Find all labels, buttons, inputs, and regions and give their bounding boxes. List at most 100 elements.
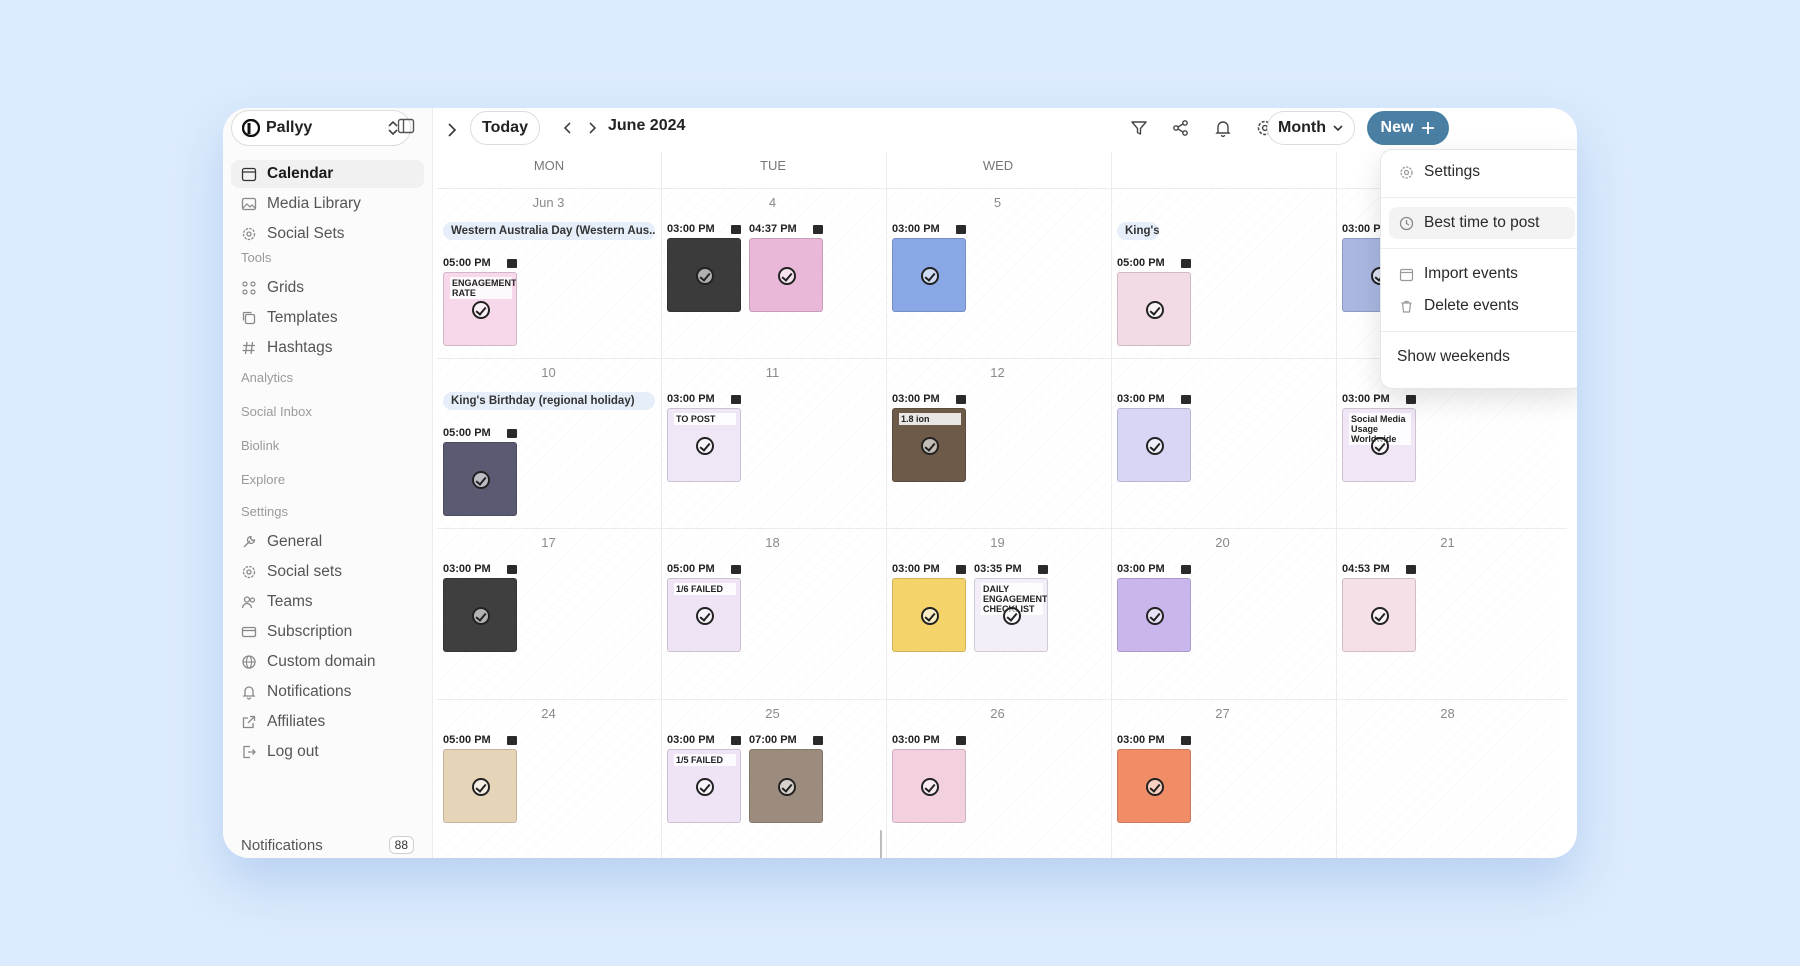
sidebar-item-general[interactable]: General	[231, 528, 424, 556]
scheduled-post[interactable]: 05:00 PM	[443, 426, 517, 516]
menu-divider	[1381, 331, 1577, 332]
post-thumbnail[interactable]	[749, 749, 823, 823]
scheduled-post[interactable]: 03:00 PM	[667, 222, 741, 312]
post-thumbnail[interactable]	[1342, 578, 1416, 652]
sidebar-item-explore[interactable]: Explore	[231, 462, 424, 496]
menu-item-best-time-to-post[interactable]: Best time to post	[1389, 207, 1575, 239]
post-thumbnail[interactable]	[443, 578, 517, 652]
scheduled-post[interactable]: 03:00 PM	[1117, 733, 1191, 823]
sidebar-item-label: Affiliates	[267, 713, 326, 730]
scheduled-post[interactable]: 03:00 PM 1/5 FAILED	[667, 733, 741, 823]
scheduled-post[interactable]: 07:00 PM	[749, 733, 823, 823]
post-thumbnail[interactable]	[443, 749, 517, 823]
external-link-icon	[242, 715, 256, 729]
post-thumbnail[interactable]	[892, 238, 966, 312]
post-thumbnail[interactable]	[892, 749, 966, 823]
menu-item-label: Settings	[1424, 163, 1481, 180]
menu-item-label: Best time to post	[1424, 214, 1540, 231]
new-post-button[interactable]: New	[1367, 111, 1449, 145]
scheduled-post[interactable]: 03:00 PM 1.8 ion	[892, 392, 966, 482]
sidebar-item-log-out[interactable]: Log out	[231, 738, 424, 766]
scheduled-post[interactable]: 05:00 PM	[443, 733, 517, 823]
post-time-row: 03:00 PM	[667, 222, 741, 236]
post-thumbnail[interactable]	[892, 578, 966, 652]
filter-icon[interactable]	[1129, 118, 1149, 138]
post-thumbnail[interactable]: 1.8 ion	[892, 408, 966, 482]
post-thumbnail[interactable]: TO POST	[667, 408, 741, 482]
sidebar-item-templates[interactable]: Templates	[231, 304, 424, 332]
sidebar-item-media-library[interactable]: Media Library	[231, 190, 424, 218]
scheduled-post[interactable]: 03:00 PM Social Media Usage Worldwide	[1342, 392, 1416, 482]
holiday-event[interactable]: King's	[1117, 222, 1159, 240]
post-time-row: 03:00 PM	[1117, 392, 1191, 406]
sidebar-item-label: Hashtags	[267, 339, 333, 356]
scheduled-post[interactable]: 05:00 PM ENGAGEMENT RATE	[443, 256, 517, 346]
scheduled-post[interactable]: 03:00 PM	[1117, 562, 1191, 652]
sidebar-item-grids[interactable]: Grids	[231, 274, 424, 302]
scheduled-post[interactable]: 05:00 PM 1/6 FAILED	[667, 562, 741, 652]
post-thumbnail[interactable]: 1/6 FAILED	[667, 578, 741, 652]
post-thumbnail[interactable]: Social Media Usage Worldwide	[1342, 408, 1416, 482]
sidebar-item-affiliates[interactable]: Affiliates	[231, 708, 424, 736]
scheduled-post[interactable]: 03:00 PM	[892, 562, 966, 652]
scheduled-post[interactable]: 03:00 PM	[443, 562, 517, 652]
sidebar-item-social-inbox[interactable]: Social Inbox	[231, 394, 424, 428]
scheduled-post[interactable]: 04:53 PM	[1342, 562, 1416, 652]
menu-item-show-weekends[interactable]: Show weekends	[1389, 341, 1575, 373]
post-time-row: 05:00 PM	[1117, 256, 1191, 270]
today-button[interactable]: Today	[470, 111, 540, 145]
day-number: 10	[541, 365, 556, 380]
sidebar-item-hashtags[interactable]: Hashtags	[231, 334, 424, 362]
sidebar-item-social-sets-settings[interactable]: Social sets	[231, 558, 424, 586]
post-thumbnail[interactable]	[749, 238, 823, 312]
post-thumbnail[interactable]	[1117, 578, 1191, 652]
post-thumbnail[interactable]: ENGAGEMENT RATE	[443, 272, 517, 346]
scheduled-post[interactable]: 04:37 PM	[749, 222, 823, 312]
post-thumbnail[interactable]	[667, 238, 741, 312]
menu-item-settings[interactable]: Settings	[1389, 156, 1575, 188]
sidebar-item-notifications[interactable]: Notifications	[231, 678, 424, 706]
scrollbar[interactable]	[880, 830, 882, 858]
scheduled-post[interactable]: 03:00 PM	[892, 222, 966, 312]
post-time: 05:00 PM	[443, 734, 491, 746]
sidebar-item-teams[interactable]: Teams	[231, 588, 424, 616]
holiday-event[interactable]: King's Birthday (regional holiday)	[443, 392, 655, 410]
post-time-row: 03:35 PM	[974, 562, 1048, 576]
post-thumbnail[interactable]: DAILY ENGAGEMENT CHECKLIST	[974, 578, 1048, 652]
workspace-switcher[interactable]: Pallyy	[231, 110, 411, 146]
scheduled-post[interactable]: 03:00 PM TO POST	[667, 392, 741, 482]
share-icon[interactable]	[1171, 118, 1191, 138]
sidebar-item-analytics[interactable]: Analytics	[231, 360, 424, 394]
sidebar-item-subscription[interactable]: Subscription	[231, 618, 424, 646]
sidebar-item-calendar[interactable]: Calendar	[231, 160, 424, 188]
post-thumbnail[interactable]	[443, 442, 517, 516]
next-month-icon[interactable]	[585, 120, 599, 136]
day-number: 12	[990, 365, 1005, 380]
scheduled-post[interactable]: 03:35 PM DAILY ENGAGEMENT CHECKLIST	[974, 562, 1048, 652]
post-thumbnail[interactable]	[1117, 272, 1191, 346]
holiday-event[interactable]: Western Australia Day (Western Aus...	[443, 222, 655, 240]
day-number: 20	[1215, 535, 1230, 550]
sidebar-item-biolink[interactable]: Biolink	[231, 428, 424, 462]
notifications-footer[interactable]: Notifications 88	[241, 832, 414, 858]
day-cell[interactable]: 28	[1336, 700, 1559, 858]
image-post-icon	[731, 564, 741, 574]
day-header: TUE	[760, 158, 786, 173]
scheduled-post[interactable]: 03:00 PM	[1117, 392, 1191, 482]
post-time-row: 03:00 PM	[892, 733, 966, 747]
menu-item-delete-events[interactable]: Delete events	[1389, 290, 1575, 322]
scheduled-post[interactable]: 05:00 PM	[1117, 256, 1191, 346]
view-select[interactable]: Month	[1267, 111, 1355, 145]
menu-item-import-events[interactable]: Import events	[1389, 258, 1575, 290]
bell-icon[interactable]	[1213, 118, 1233, 138]
post-thumbnail[interactable]: 1/5 FAILED	[667, 749, 741, 823]
post-thumbnail[interactable]	[1117, 408, 1191, 482]
sidebar-item-custom-domain[interactable]: Custom domain	[231, 648, 424, 676]
chevron-right-icon[interactable]	[445, 122, 459, 138]
plus-icon	[1422, 122, 1435, 134]
sidebar-toggle-icon[interactable]	[397, 117, 415, 135]
scheduled-post[interactable]: 03:00 PM	[892, 733, 966, 823]
previous-month-icon[interactable]	[561, 120, 575, 136]
sidebar-item-label: Subscription	[267, 623, 353, 640]
post-thumbnail[interactable]	[1117, 749, 1191, 823]
